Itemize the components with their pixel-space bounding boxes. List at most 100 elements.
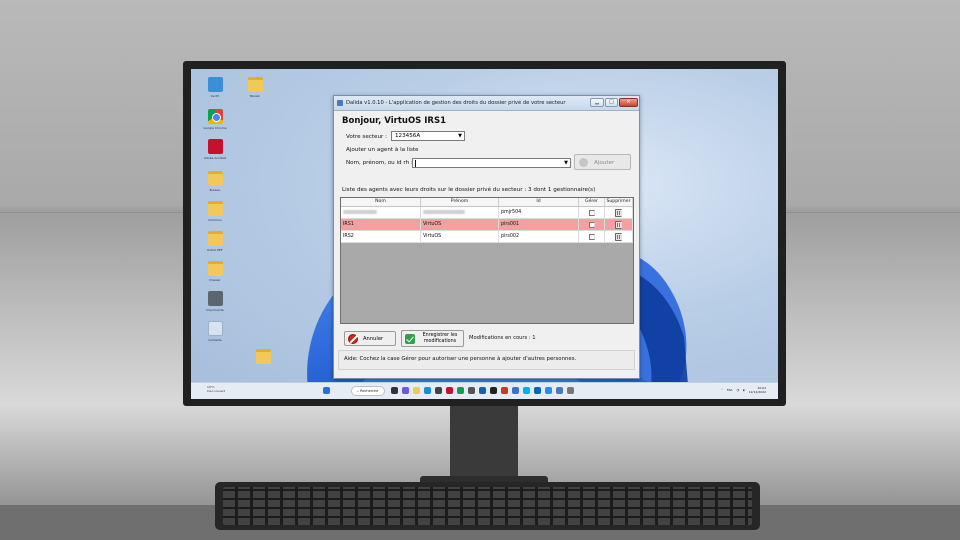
cancel-button[interactable]: Annuler (344, 331, 396, 346)
desktop-icon[interactable]: Imprimante (195, 291, 235, 312)
dalida-taskbar-icon[interactable] (556, 387, 563, 394)
desktop-icon[interactable]: Corbeille (195, 321, 235, 342)
cancel-button-label: Annuler (363, 336, 384, 342)
chevron-up-icon[interactable]: ˄ (721, 388, 723, 392)
media-icon[interactable] (490, 387, 497, 394)
desktop-icon[interactable]: Ce PC (195, 77, 235, 98)
weather-desc: Ciel couvert (207, 389, 225, 393)
cell-id: pirs002 (499, 231, 579, 242)
desktop-icon-label: Public PEF (207, 248, 223, 252)
taskbar-search[interactable]: ⌕ Recherche (351, 386, 385, 396)
desktop-icon[interactable]: Adobe Acrobat (195, 139, 235, 160)
store-icon[interactable] (435, 387, 442, 394)
clock[interactable]: 10:04 12/12/2022 (749, 386, 766, 394)
save-button-label: Enregistrer les modifications (422, 333, 458, 344)
desktop-icon[interactable]: Public PEF (195, 231, 235, 252)
app-icon-3[interactable] (545, 387, 552, 394)
wifi-icon[interactable]: ◔ (736, 388, 739, 392)
column-header-nom[interactable]: Nom (341, 198, 421, 206)
chrome-icon (207, 109, 223, 124)
desktop-icon[interactable]: Dossier (195, 261, 235, 282)
printer-icon (207, 291, 223, 306)
agents-list-label: Liste des agents avec leurs droits sur l… (342, 187, 596, 193)
trash-icon[interactable] (615, 209, 622, 217)
language-indicator[interactable]: FRA (727, 388, 733, 392)
add-agent-button-label: Ajouter (594, 160, 615, 166)
dalida-window: Dalida v1.0.10 - L'application de gestio… (333, 95, 640, 379)
cell-prenom (421, 207, 499, 218)
chevron-down-icon[interactable]: ▼ (564, 159, 568, 167)
folder-icon (207, 261, 223, 276)
settings-icon[interactable] (468, 387, 475, 394)
cell-id: pirs001 (499, 219, 579, 230)
save-button[interactable]: Enregistrer les modifications (401, 330, 464, 347)
taskbar-search-label: Recherche (360, 389, 379, 393)
task-view-icon[interactable] (391, 387, 398, 394)
column-header-gerer[interactable]: Gérer (579, 198, 605, 206)
greeting-heading: Bonjour, VirtuOS IRS1 (342, 116, 447, 126)
desktop-folder-icon[interactable] (243, 349, 283, 364)
desktop-icon-label: Dossier (209, 278, 221, 282)
volume-icon[interactable]: ◖ (743, 388, 745, 392)
desktop-icon[interactable]: Bureau (195, 171, 235, 192)
explorer-icon[interactable] (413, 387, 420, 394)
modifications-status: Modifications en cours : 1 (469, 335, 536, 341)
desktop-icon-label: Ce PC (210, 94, 220, 98)
sector-select[interactable]: 123456A ▼ (391, 131, 465, 141)
grid-body: pmjr504 IRS1VirtuOSpirs001 ✓ IRS2VirtuOSpir… (341, 207, 633, 243)
gerer-checkbox[interactable] (588, 234, 595, 240)
desktop-icon-label: Bureau (209, 188, 221, 192)
desktop-icon[interactable]: Mosaïc (235, 77, 275, 98)
mail-icon[interactable] (479, 387, 486, 394)
gerer-checkbox[interactable]: ✓ (588, 222, 595, 228)
add-user-icon (579, 158, 588, 167)
table-row[interactable]: IRS2 VirtuOS pirs002 (341, 231, 633, 243)
cell-nom: IRS1 (341, 219, 421, 230)
trash-icon[interactable] (615, 221, 622, 229)
chat-icon[interactable] (402, 387, 409, 394)
minimize-button[interactable]: ▁ (590, 98, 604, 107)
folder-icon (255, 349, 271, 364)
help-text: Aide: Cochez la case Gérer pour autorise… (338, 350, 635, 370)
desktop-screen: Ce PC Mosaïc Google Chrome Adobe Acrobat Bur… (191, 69, 778, 399)
close-button[interactable]: ✕ (619, 98, 638, 107)
cell-prenom: VirtuOS (421, 219, 499, 230)
chrome-icon[interactable] (457, 387, 464, 394)
title-bar[interactable]: Dalida v1.0.10 - L'application de gestio… (334, 96, 639, 111)
pinned-apps (391, 387, 574, 394)
desktop-icon[interactable]: Commun (195, 201, 235, 222)
cancel-icon (348, 334, 358, 344)
column-header-id[interactable]: Id (499, 198, 579, 206)
maximize-button[interactable]: □ (605, 98, 618, 107)
weather-widget[interactable]: 19°C Ciel couvert (207, 385, 225, 393)
app-icon-1[interactable] (501, 387, 508, 394)
column-header-prenom[interactable]: Prénom (421, 198, 499, 206)
table-row[interactable]: IRS1VirtuOSpirs001 ✓ (341, 219, 633, 231)
desktop-icon-label: Google Chrome (203, 126, 227, 130)
agent-search-combobox[interactable]: ▼ (412, 158, 571, 168)
cell-nom (341, 207, 421, 218)
sector-label: Votre secteur : (346, 134, 387, 140)
cell-prenom: VirtuOS (421, 231, 499, 242)
skype-icon[interactable] (523, 387, 530, 394)
start-icon[interactable] (323, 387, 330, 394)
gerer-checkbox[interactable] (588, 210, 595, 216)
app-icon (337, 100, 343, 106)
table-row[interactable]: pmjr504 (341, 207, 633, 219)
app-icon-4[interactable] (567, 387, 574, 394)
recycle-icon (207, 321, 223, 336)
app-icon-2[interactable] (512, 387, 519, 394)
clock-date: 12/12/2022 (748, 390, 766, 394)
redacted-text (423, 209, 465, 214)
trash-icon[interactable] (615, 233, 622, 241)
desktop-icon-label: Mosaïc (249, 94, 261, 98)
edge-icon[interactable] (424, 387, 431, 394)
pdf-icon[interactable] (446, 387, 453, 394)
monitor: Ce PC Mosaïc Google Chrome Adobe Acrobat Bur… (183, 61, 786, 406)
add-agent-button[interactable]: Ajouter (574, 154, 631, 170)
cell-supprimer (605, 207, 633, 218)
column-header-supprimer[interactable]: Supprimer (605, 198, 633, 206)
taskbar-apps (323, 387, 330, 394)
outlook-icon[interactable] (534, 387, 541, 394)
desktop-icon[interactable]: Google Chrome (195, 109, 235, 130)
